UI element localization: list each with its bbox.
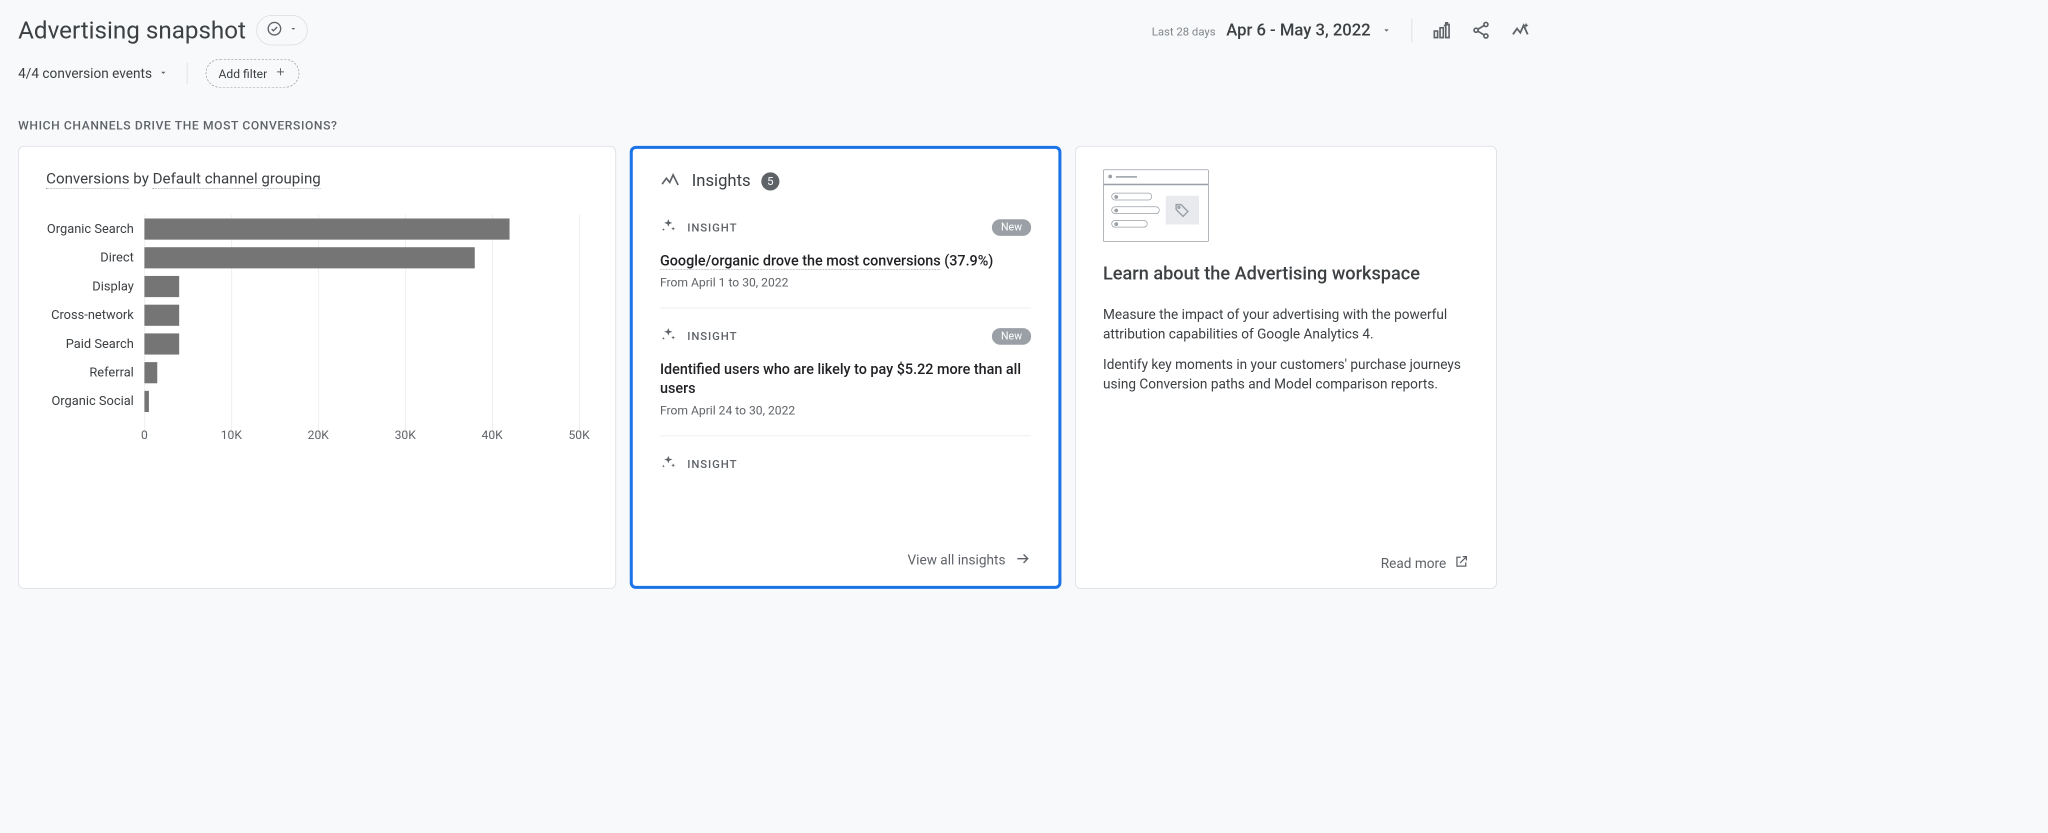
insight-subtitle: From April 1 to 30, 2022 — [660, 275, 1031, 289]
learn-about-card: Learn about the Advertising workspace Me… — [1075, 146, 1497, 589]
plus-icon — [275, 66, 287, 81]
conversions-by-channel-card: Conversions by Default channel grouping … — [18, 146, 616, 589]
chart-bar — [144, 305, 179, 326]
chart-category-label: Cross-network — [46, 301, 144, 330]
chevron-down-icon — [289, 24, 298, 36]
chart-title: Conversions by Default channel grouping — [46, 169, 602, 187]
chart-x-tick: 20K — [308, 428, 329, 442]
chart-x-tick: 30K — [395, 428, 416, 442]
chart-category-labels: Organic SearchDirectDisplayCross-network… — [46, 215, 144, 464]
conversion-events-dropdown[interactable]: 4/4 conversion events — [18, 65, 168, 81]
customize-report-icon[interactable] — [1432, 20, 1452, 40]
add-filter-button[interactable]: Add filter — [206, 59, 300, 88]
sparkle-icon — [660, 326, 677, 346]
chart-category-label: Referral — [46, 358, 144, 387]
chart-x-tick: 10K — [221, 428, 242, 442]
insights-card: Insights 5 INSIGHT New — [630, 146, 1062, 589]
insight-item[interactable]: INSIGHT New Identified users who are lik… — [660, 326, 1031, 436]
insights-spark-icon[interactable] — [1510, 20, 1530, 40]
chart-plot-area: 0 10K 20K 30K 40K 50K — [144, 215, 601, 464]
chart-metric-selector[interactable]: Conversions — [46, 169, 129, 189]
chart-category-label: Organic Social — [46, 387, 144, 416]
chart-x-axis: 0 10K 20K 30K 40K 50K — [144, 420, 601, 447]
conversion-events-label: 4/4 conversion events — [18, 65, 152, 81]
learn-title: Learn about the Advertising workspace — [1103, 263, 1469, 284]
chart-bar — [144, 391, 148, 412]
chart-x-tick: 0 — [141, 428, 148, 442]
insight-tag-label: INSIGHT — [687, 221, 737, 235]
date-prefix: Last 28 days — [1152, 25, 1216, 39]
chart-category-label: Paid Search — [46, 330, 144, 359]
learn-illustration — [1103, 169, 1209, 242]
insight-item[interactable]: INSIGHT New Google/organic drove the mos… — [660, 218, 1031, 308]
section-heading: WHICH CHANNELS DRIVE THE MOST CONVERSION… — [18, 118, 1530, 132]
new-badge: New — [992, 328, 1031, 345]
view-all-insights-label: View all insights — [908, 553, 1006, 569]
sparkle-icon — [660, 218, 677, 238]
date-range-picker[interactable]: Last 28 days Apr 6 - May 3, 2022 — [1152, 21, 1392, 40]
trend-icon — [660, 172, 681, 190]
chart-x-tick: 50K — [569, 428, 590, 442]
chart-dimension-selector[interactable]: Default channel grouping — [153, 169, 321, 189]
share-icon[interactable] — [1471, 20, 1491, 40]
divider — [187, 63, 188, 84]
add-filter-label: Add filter — [219, 66, 268, 80]
chart-category-label: Organic Search — [46, 215, 144, 244]
view-all-insights-link[interactable]: View all insights — [660, 538, 1031, 571]
learn-paragraph: Measure the impact of your advertising w… — [1103, 305, 1469, 344]
date-range-value: Apr 6 - May 3, 2022 — [1226, 21, 1370, 40]
chart-bar — [144, 333, 179, 354]
check-circle-icon — [266, 20, 283, 40]
chart-bar — [144, 362, 157, 383]
open-in-new-icon — [1454, 554, 1469, 573]
insight-tag-label: INSIGHT — [687, 457, 737, 471]
insight-subtitle: From April 24 to 30, 2022 — [660, 403, 1031, 417]
insight-title: Google/organic drove the most conversion… — [660, 251, 1031, 270]
chart-category-label: Display — [46, 272, 144, 301]
insight-item[interactable]: INSIGHT — [660, 454, 1031, 505]
learn-paragraph: Identify key moments in your customers' … — [1103, 355, 1469, 394]
insight-title: Identified users who are likely to pay $… — [660, 360, 1031, 399]
insight-tag-label: INSIGHT — [687, 329, 737, 343]
new-badge: New — [992, 219, 1031, 236]
insights-count-badge: 5 — [761, 172, 779, 190]
chart-x-tick: 40K — [482, 428, 503, 442]
read-more-link[interactable]: Read more — [1103, 554, 1469, 573]
chart-bar — [144, 218, 509, 239]
insights-title: Insights — [692, 172, 751, 191]
page-title: Advertising snapshot — [18, 16, 246, 45]
read-more-label: Read more — [1381, 556, 1446, 572]
chevron-down-icon — [158, 65, 169, 81]
sparkle-icon — [660, 454, 677, 474]
arrow-right-icon — [1015, 550, 1032, 570]
chart-bar — [144, 247, 474, 268]
chart-category-label: Direct — [46, 243, 144, 272]
chevron-down-icon — [1381, 25, 1392, 39]
status-pill-dropdown[interactable] — [257, 15, 308, 45]
chart-bar — [144, 276, 179, 297]
divider — [1411, 18, 1412, 42]
